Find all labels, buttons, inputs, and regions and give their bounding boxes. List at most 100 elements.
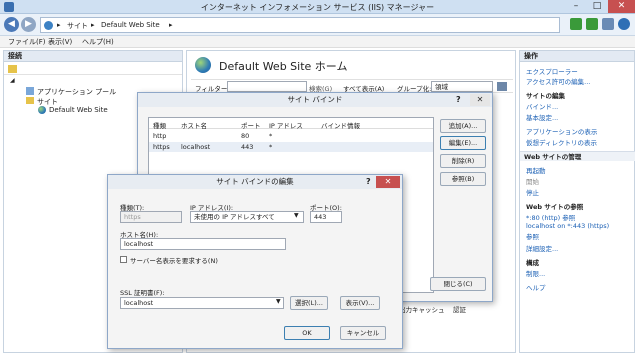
- manage-website-heading: Web サイトの管理: [520, 151, 635, 161]
- edit-site-heading: サイトの編集: [526, 92, 565, 100]
- menu-view[interactable]: 表示(V): [48, 37, 72, 47]
- action-edit-permissions[interactable]: アクセス許可の編集...: [526, 76, 590, 86]
- address-crumb-sep3: ▸: [169, 21, 173, 29]
- view-toggle-icon[interactable]: [497, 82, 507, 91]
- feature-authentication[interactable]: 認証: [453, 304, 466, 314]
- action-browse-http[interactable]: *:80 (http) 参照: [526, 212, 575, 222]
- row2-port: 443: [241, 143, 254, 151]
- tree-item-app-pools[interactable]: アプリケーション プール: [37, 87, 116, 97]
- edit-binding-help-button[interactable]: ?: [366, 177, 371, 186]
- col-ip[interactable]: IP アドレス: [269, 120, 303, 130]
- table-row[interactable]: https localhost 443 *: [149, 142, 433, 152]
- action-view-applications[interactable]: アプリケーションの表示: [526, 126, 597, 136]
- forward-button[interactable]: ▶: [21, 17, 36, 32]
- row1-ip: *: [269, 132, 273, 140]
- menu-bar: ファイル(F) 表示(V) ヘルプ(H): [0, 36, 635, 48]
- action-explore[interactable]: エクスプローラー: [526, 66, 578, 76]
- filter-bar: フィルター: 検索(G) すべて表示(A) グループ化: 領域: [191, 79, 513, 93]
- select-cert-button[interactable]: 選択(L)...: [290, 296, 328, 310]
- feature-output-caching[interactable]: 出力キャッシュ: [399, 304, 445, 314]
- title-bar: インターネット インフォメーション サービス (IIS) マネージャー – □ …: [0, 0, 635, 14]
- edit-binding-button[interactable]: 編集(E)...: [440, 136, 486, 150]
- ssl-cert-select[interactable]: localhost: [120, 297, 284, 309]
- row2-hostname: localhost: [181, 143, 211, 151]
- action-basic-settings[interactable]: 基本設定...: [526, 112, 558, 122]
- port-input[interactable]: 443: [310, 211, 342, 223]
- connections-toolbar: [4, 63, 182, 75]
- refresh-icon[interactable]: [570, 18, 582, 30]
- configure-heading: 構成: [526, 259, 539, 267]
- remove-binding-button[interactable]: 削除(R): [440, 154, 486, 168]
- maximize-button[interactable]: □: [587, 0, 607, 13]
- row2-type: https: [153, 143, 170, 151]
- ip-dropdown-icon[interactable]: ▼: [294, 212, 299, 219]
- row2-ip: *: [269, 143, 273, 151]
- action-stop[interactable]: 停止: [526, 187, 539, 197]
- cancel-button[interactable]: キャンセル: [340, 326, 386, 340]
- tree-expander-root[interactable]: ◢: [10, 77, 15, 84]
- address-globe-icon: [44, 21, 53, 30]
- table-row[interactable]: http 80 *: [149, 131, 433, 141]
- tree-item-default-web-site[interactable]: Default Web Site: [49, 106, 108, 114]
- action-help[interactable]: ヘルプ: [526, 282, 546, 292]
- site-bindings-title: サイト バインド: [138, 93, 492, 107]
- sni-checkbox[interactable]: [120, 256, 127, 263]
- app-pools-icon: [26, 87, 34, 95]
- action-restart[interactable]: 再起動: [526, 165, 546, 175]
- address-box[interactable]: ▸ サイト ▸ Default Web Site ▸: [40, 17, 560, 33]
- site-bindings-close-icon[interactable]: ✕: [470, 94, 490, 106]
- edit-site-binding-dialog: サイト バインドの編集 ? ✕ 種類(T): https IP アドレス(I):…: [107, 174, 403, 349]
- action-browse-https[interactable]: localhost on *:443 (https): [526, 222, 609, 230]
- address-bar: ◀ ▶ ▸ サイト ▸ Default Web Site ▸: [0, 14, 635, 36]
- address-crumb-site[interactable]: Default Web Site: [101, 21, 160, 29]
- close-bindings-button[interactable]: 閉じる(C): [430, 277, 486, 291]
- address-crumb-sites[interactable]: サイト: [67, 21, 88, 31]
- ok-button[interactable]: OK: [284, 326, 330, 340]
- bindings-table-header: 種類 ホスト名 ポート IP アドレス バインド情報: [149, 118, 433, 130]
- close-button[interactable]: ✕: [608, 0, 635, 13]
- page-title: Default Web Site ホーム: [219, 60, 348, 73]
- type-select[interactable]: https: [120, 211, 182, 223]
- browse-binding-button[interactable]: 参照(B): [440, 172, 486, 186]
- site-bindings-help-button[interactable]: ?: [456, 95, 461, 104]
- ssl-cert-label: SSL 証明書(F):: [120, 289, 165, 297]
- actions-header: 操作: [520, 51, 634, 62]
- ip-address-select[interactable]: 未使用の IP アドレスすべて: [190, 211, 304, 223]
- hostname-input[interactable]: localhost: [120, 238, 286, 250]
- minimize-button[interactable]: –: [566, 0, 586, 13]
- group-by-select[interactable]: 領域: [431, 81, 493, 92]
- view-cert-button[interactable]: 表示(V)...: [340, 296, 380, 310]
- action-start[interactable]: 開始: [526, 176, 539, 186]
- action-view-virtual-directories[interactable]: 仮想ディレクトリの表示: [526, 137, 597, 147]
- address-crumb-sep2: ▸: [91, 21, 95, 29]
- ssl-dropdown-icon[interactable]: ▼: [276, 298, 281, 305]
- sites-folder-icon: [26, 97, 34, 104]
- actions-pane: 操作 エクスプローラー アクセス許可の編集... サイトの編集 バインド... …: [519, 50, 635, 353]
- new-connection-icon[interactable]: [8, 65, 17, 73]
- action-bindings[interactable]: バインド...: [526, 101, 558, 111]
- connections-header: 接続: [4, 51, 182, 62]
- sni-label[interactable]: サーバー名表示を要求する(N): [130, 255, 218, 265]
- menu-file[interactable]: ファイル(F): [8, 37, 46, 47]
- stop-icon[interactable]: [586, 18, 598, 30]
- edit-binding-close-icon[interactable]: ✕: [376, 176, 400, 188]
- col-type[interactable]: 種類: [153, 120, 166, 130]
- filter-input[interactable]: [227, 81, 307, 92]
- address-crumb-sep1: ▸: [57, 21, 61, 29]
- browse-website-heading: Web サイトの参照: [526, 203, 584, 211]
- action-advanced-settings[interactable]: 詳細設定...: [526, 243, 558, 253]
- home-icon[interactable]: [602, 18, 614, 30]
- action-browse-https-suffix[interactable]: 参照: [526, 231, 539, 241]
- action-limits[interactable]: 制限...: [526, 268, 545, 278]
- help-icon[interactable]: [618, 18, 630, 30]
- site-home-globe-icon: [195, 57, 211, 73]
- back-button[interactable]: ◀: [4, 17, 19, 32]
- add-binding-button[interactable]: 追加(A)...: [440, 119, 486, 133]
- col-hostname[interactable]: ホスト名: [181, 120, 207, 130]
- col-port[interactable]: ポート: [241, 120, 261, 130]
- col-binding-info[interactable]: バインド情報: [321, 120, 360, 130]
- row1-type: http: [153, 132, 167, 140]
- menu-help[interactable]: ヘルプ(H): [82, 37, 114, 47]
- window-title: インターネット インフォメーション サービス (IIS) マネージャー: [200, 3, 435, 12]
- edit-binding-title: サイト バインドの編集: [108, 175, 402, 189]
